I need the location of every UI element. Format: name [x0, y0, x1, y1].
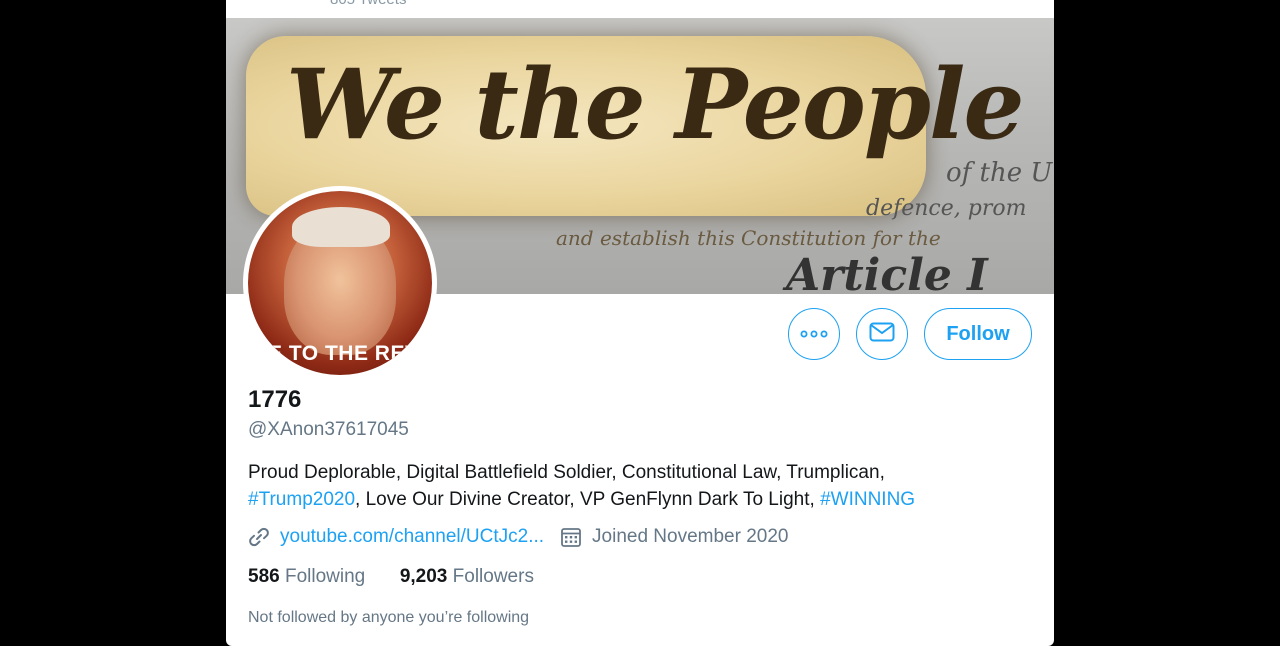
- followers-label: Followers: [452, 566, 534, 587]
- profile-topbar: 805 Tweets: [226, 0, 1054, 18]
- following-count: 586: [248, 566, 280, 587]
- more-button[interactable]: [788, 308, 840, 360]
- more-icon: [800, 325, 828, 343]
- banner-faint-text: of the Uni: [946, 158, 1054, 188]
- profile-meta: youtube.com/channel/UCtJc2... Joined Nov…: [248, 523, 789, 551]
- hashtag-link[interactable]: #Trump2020: [248, 489, 355, 510]
- bio-text: Proud Deplorable, Digital Battlefield So…: [248, 462, 885, 483]
- website-link[interactable]: youtube.com/channel/UCtJc2...: [280, 526, 544, 548]
- user-handle: @XAnon37617045: [248, 419, 409, 440]
- followers-count: 9,203: [399, 566, 448, 587]
- banner-faint-text: defence, prom: [866, 196, 1027, 221]
- avatar[interactable]: E TO THE REV: [248, 191, 432, 375]
- followed-by-note: Not followed by anyone you’re following: [248, 609, 530, 626]
- profile-card: 805 Tweets We the People of the Uni defe…: [226, 0, 1054, 646]
- avatar-hair: [292, 207, 390, 247]
- tweet-count: 805 Tweets: [330, 0, 406, 8]
- calendar-icon: [560, 526, 582, 548]
- following-label: Following: [284, 566, 366, 587]
- profile-bio: Proud Deplorable, Digital Battlefield So…: [248, 459, 1028, 513]
- following-stat[interactable]: 586 Following: [248, 566, 365, 587]
- link-icon: [248, 526, 270, 548]
- message-button[interactable]: [856, 308, 908, 360]
- banner-headline: We the People: [286, 48, 1025, 161]
- joined-date: Joined November 2020: [592, 526, 789, 547]
- display-name: 1776: [248, 386, 302, 413]
- follow-button[interactable]: Follow: [924, 308, 1032, 360]
- profile-stats: 586 Following 9,203 Followers: [248, 566, 534, 588]
- banner-faint-text: Article I: [786, 250, 988, 294]
- avatar-caption: E TO THE REV: [268, 342, 420, 365]
- mail-icon: [869, 322, 895, 347]
- banner-faint-text: and establish this Constitution for the: [556, 226, 941, 250]
- bio-text: , Love Our Divine Creator, VP GenFlynn D…: [355, 489, 821, 510]
- hashtag-link[interactable]: #WINNING: [820, 489, 915, 510]
- followers-stat[interactable]: 9,203 Followers: [400, 566, 534, 587]
